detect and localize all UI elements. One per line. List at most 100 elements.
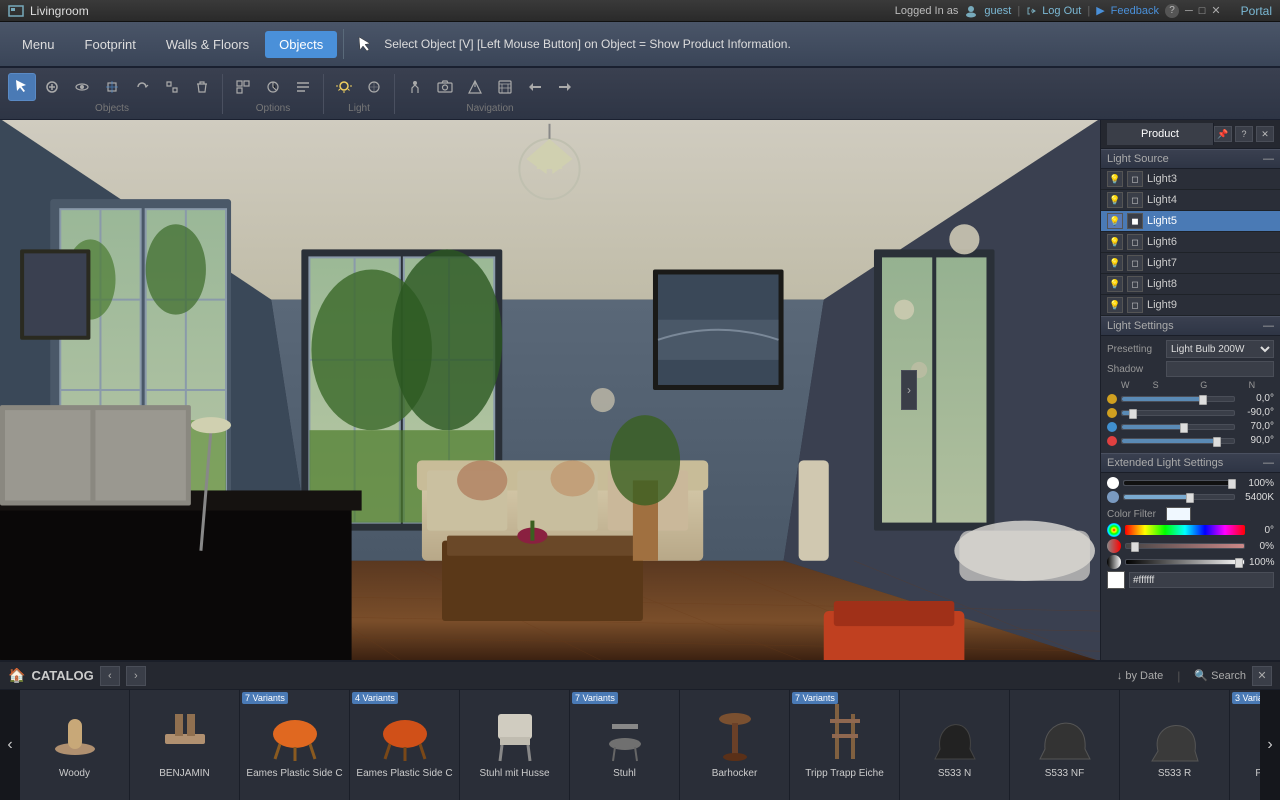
nav-btn-camera[interactable] [431,73,459,101]
nav-btn-3[interactable] [461,73,489,101]
rainbow-bar[interactable] [1125,525,1245,535]
product-tab[interactable]: Product [1107,123,1214,145]
light9-name: Light9 [1147,299,1274,311]
light-item-light3[interactable]: 💡 ◻ Light3 [1101,169,1280,190]
catalog-collapse-arrow[interactable]: ✕ [1252,666,1272,686]
nav-btn-6[interactable] [551,73,579,101]
stuhl-img [585,696,665,766]
slider1-track[interactable] [1121,396,1235,402]
shadow-input[interactable]: 1 [1166,361,1274,377]
colortemp-handle[interactable] [1186,493,1194,503]
slider1-handle[interactable] [1199,395,1207,405]
slider2-handle[interactable] [1129,409,1137,419]
rotate-tool-btn[interactable] [128,73,156,101]
slider4-track[interactable] [1121,438,1235,444]
slider2-track[interactable] [1121,410,1235,416]
light-btn-1[interactable] [330,73,358,101]
value-handle[interactable] [1235,558,1243,568]
light-source-collapse[interactable]: — [1263,153,1274,165]
panel-icon-q[interactable]: ? [1235,126,1253,142]
minimize-btn[interactable]: ─ [1185,5,1193,17]
color-preview[interactable] [1107,571,1125,589]
catalog-sort[interactable]: ↓ by Date [1117,670,1163,682]
catalog-next-arrow[interactable]: › [1260,690,1280,800]
catalog-search[interactable]: 🔍 Search [1194,669,1246,682]
delete-tool-btn[interactable] [188,73,216,101]
light-item-light5[interactable]: 💡 ◼ Light5 [1101,211,1280,232]
woody-name: Woody [59,768,90,779]
panel-collapse-arrow[interactable]: › [901,370,917,410]
catalog-item-barhocker[interactable]: Barhocker [680,690,790,800]
slider3-track[interactable] [1121,424,1235,430]
brightness-track[interactable] [1123,480,1235,486]
catalog-item-s533nf[interactable]: S533 NF [1010,690,1120,800]
slider3-handle[interactable] [1180,423,1188,433]
catalog-prev-arrow[interactable]: ‹ [0,690,20,800]
light-item-light8[interactable]: 💡 ◻ Light8 [1101,274,1280,295]
light-settings-collapse[interactable]: — [1263,320,1274,332]
brightness-handle[interactable] [1228,479,1236,489]
catalog-item-stuhl-husse[interactable]: Stuhl mit Husse [460,690,570,800]
options-btn-2[interactable] [259,73,287,101]
logout-link[interactable]: Log Out [1042,5,1081,17]
catalog-item-tripp-trapp[interactable]: 7 Variants Tripp Trapp Eiche [790,690,900,800]
walls-floors-button[interactable]: Walls & Floors [152,31,263,58]
light-section-label: Light [348,103,370,114]
color-filter-swatch[interactable] [1166,507,1191,521]
slider3-angle: 70,0° [1239,421,1274,432]
options-btn-1[interactable] [229,73,257,101]
light3-name: Light3 [1147,173,1274,185]
orbit-tool-btn[interactable] [68,73,96,101]
viewport[interactable]: › [0,120,1100,660]
catalog-item-eames2[interactable]: 4 Variants Eames Plastic Side C [350,690,460,800]
catalog-item-stuhl[interactable]: 7 Variants Stuhl [570,690,680,800]
feedback-link[interactable]: Feedback [1111,5,1159,17]
help-btn[interactable]: ? [1165,4,1179,18]
objects-button[interactable]: Objects [265,31,337,58]
select-tool-btn[interactable] [8,73,36,101]
light5-name: Light5 [1147,215,1274,227]
colortemp-row: 5400K [1107,491,1274,503]
light-btn-2[interactable] [360,73,388,101]
catalog-item-panton[interactable]: 3 Variants Panton Chair [1230,690,1260,800]
colortemp-track[interactable] [1123,494,1235,500]
footprint-button[interactable]: Footprint [71,31,150,58]
maximize-btn[interactable]: □ [1199,5,1206,17]
slider4-handle[interactable] [1213,437,1221,447]
presetting-select[interactable]: Light Bulb 200W [1166,340,1274,358]
catalog-item-woody[interactable]: Woody [20,690,130,800]
light7-icon2: ◻ [1127,255,1143,271]
light-item-light4[interactable]: 💡 ◻ Light4 [1101,190,1280,211]
pan-tool-btn[interactable] [98,73,126,101]
light-item-light6[interactable]: 💡 ◻ Light6 [1101,232,1280,253]
catalog-nav-prev[interactable]: ‹ [100,666,120,686]
saturation-handle[interactable] [1131,542,1139,552]
move-tool-btn[interactable] [38,73,66,101]
catalog-item-eames1[interactable]: 7 Variants Eames Plastic Side C [240,690,350,800]
extended-light-collapse[interactable]: — [1263,457,1274,469]
light-item-light9[interactable]: 💡 ◻ Light9 [1101,295,1280,316]
saturation-track[interactable] [1125,543,1245,549]
nav-btn-person[interactable] [401,73,429,101]
catalog-item-s533r[interactable]: S533 R [1120,690,1230,800]
slider4-angle: 90,0° [1239,435,1274,446]
light-item-light7[interactable]: 💡 ◻ Light7 [1101,253,1280,274]
catalog-nav-next[interactable]: › [126,666,146,686]
portal-label[interactable]: Portal [1241,4,1272,18]
panton-variants: 3 Variants [1232,692,1260,704]
nav-btn-5[interactable] [521,73,549,101]
catalog-item-benjamin[interactable]: BENJAMIN [130,690,240,800]
menu-button[interactable]: Menu [8,31,69,58]
username-link[interactable]: guest [984,5,1011,17]
panel-icon-pin[interactable]: 📌 [1214,126,1232,142]
close-btn[interactable]: ✕ [1211,4,1220,17]
hex-input[interactable]: #ffffff [1129,572,1274,588]
light7-name: Light7 [1147,257,1274,269]
nav-btn-4[interactable] [491,73,519,101]
catalog-item-s533n[interactable]: S533 N [900,690,1010,800]
options-btn-3[interactable] [289,73,317,101]
light6-icon: 💡 [1107,234,1123,250]
value-track[interactable] [1125,559,1245,565]
scale-tool-btn[interactable] [158,73,186,101]
panel-icon-x[interactable]: ✕ [1256,126,1274,142]
